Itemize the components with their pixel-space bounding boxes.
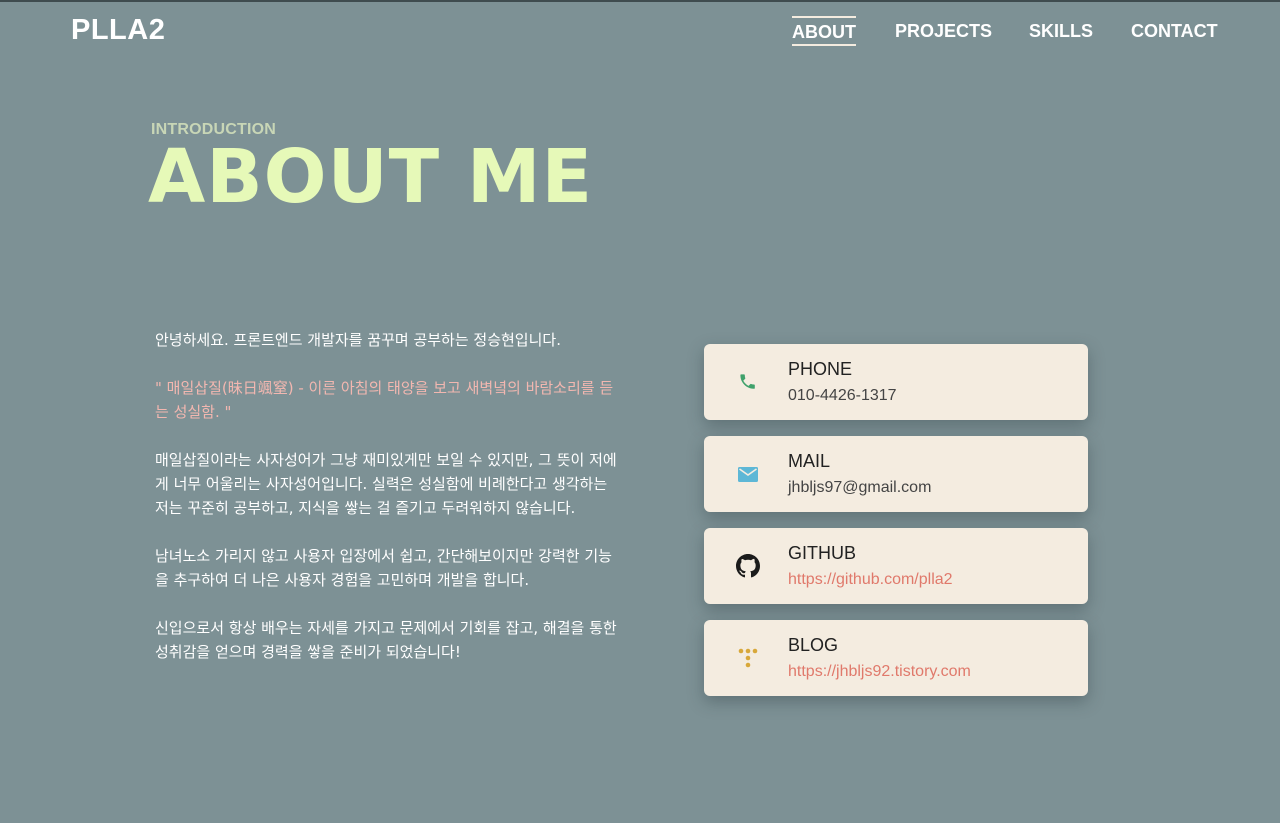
contact-label: BLOG	[788, 635, 839, 655]
phone-number: 010-4426-1317	[788, 387, 897, 404]
github-icon	[736, 554, 760, 578]
nav-item-projects[interactable]: PROJECTS	[895, 20, 992, 42]
about-paragraph: 신입으로서 항상 배우는 자세를 가지고 문제에서 기회를 잡고, 해결을 통한…	[155, 619, 617, 661]
contact-label: GITHUB	[788, 543, 857, 563]
nav-item-contact[interactable]: CONTACT	[1131, 20, 1218, 42]
mail-address[interactable]: jhbljs97@gmail.com	[788, 479, 931, 497]
page-title: ABOUT ME	[148, 134, 594, 220]
top-border	[0, 0, 1280, 2]
contact-card-phone: PHONE 010-4426-1317	[704, 344, 1088, 420]
blog-link[interactable]: https://jhbljs92.tistory.com	[788, 663, 971, 681]
github-link[interactable]: https://github.com/plla2	[788, 571, 953, 589]
about-paragraph: 매일삽질이라는 사자성어가 그냥 재미있게만 보일 수 있지만, 그 뜻이 저에…	[155, 451, 617, 517]
contact-label: MAIL	[788, 451, 831, 471]
contact-cards: PHONE 010-4426-1317 MAIL jhbljs97@gmail.…	[704, 344, 1088, 712]
contact-label: PHONE	[788, 359, 853, 379]
phone-icon	[736, 370, 760, 394]
contact-card-mail: MAIL jhbljs97@gmail.com	[704, 436, 1088, 512]
tistory-icon	[736, 646, 760, 670]
contact-card-github: GITHUB https://github.com/plla2	[704, 528, 1088, 604]
about-paragraph: 남녀노소 가리지 않고 사용자 입장에서 쉽고, 간단해보이지만 강력한 기능을…	[155, 547, 612, 589]
nav-item-about[interactable]: ABOUT	[792, 16, 856, 46]
about-greeting: 안녕하세요. 프론트엔드 개발자를 꿈꾸며 공부하는 정승현입니다.	[155, 331, 561, 349]
about-motto-quote: " 매일삽질(昧日颯窒) - 이른 아침의 태양을 보고 새벽녘의 바람소리를 …	[155, 379, 614, 421]
contact-card-blog: BLOG https://jhbljs92.tistory.com	[704, 620, 1088, 696]
nav-item-skills[interactable]: SKILLS	[1029, 20, 1093, 42]
main-nav: ABOUT PROJECTS SKILLS CONTACT	[0, 16, 1280, 50]
about-description: 안녕하세요. 프론트엔드 개발자를 꿈꾸며 공부하는 정승현입니다. " 매일삽…	[155, 328, 617, 688]
mail-icon	[736, 462, 760, 486]
